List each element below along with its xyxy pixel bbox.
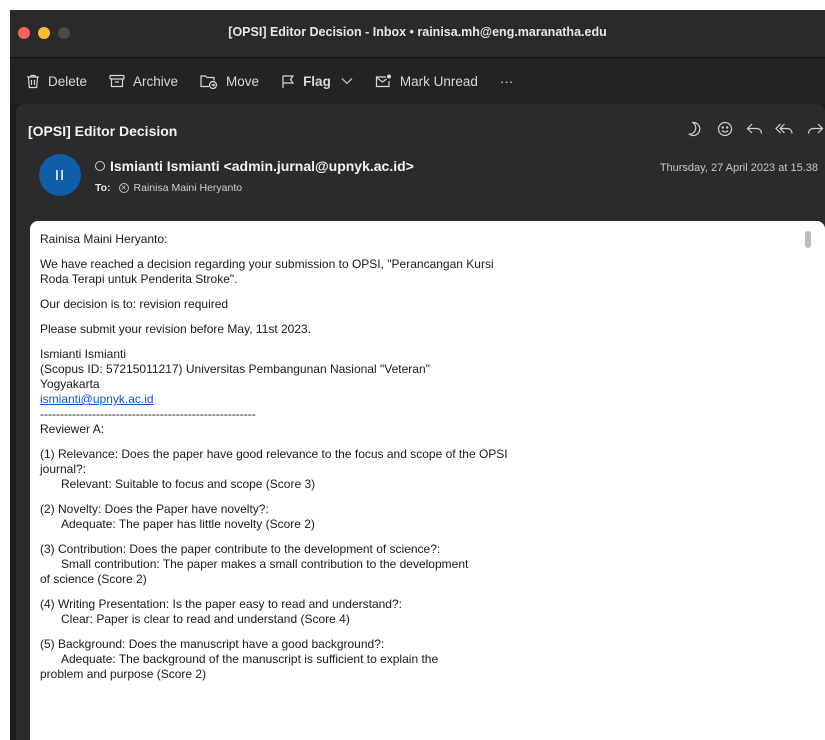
scrollbar-thumb[interactable] [805,231,811,248]
recipients-row: To: ✕ Rainisa Maini Heryanto [95,182,242,194]
message-content: Rainisa Maini Heryanto: We have reached … [40,232,510,692]
mark-unread-label: Mark Unread [399,73,478,89]
message-toolbar: Delete Archive Move Flag Mark Unread ··· [10,58,825,104]
criterion-writing: (4) Writing Presentation: Is the paper e… [40,597,510,627]
message-pane: [OPSI] Editor Decision II Ismianti Ismia… [16,104,825,740]
criterion-answer-continued: problem and purpose (Score 2) [40,667,207,681]
criterion-answer: Adequate: The paper has little novelty (… [61,517,315,531]
flag-icon [282,74,295,88]
sender-avatar: II [39,154,81,196]
delete-button[interactable]: Delete [26,74,87,89]
signature-name: Ismianti Ismianti [40,347,127,361]
recipient-remove-icon[interactable]: ✕ [118,183,129,193]
moon-icon[interactable] [685,118,705,140]
criterion-answer: Adequate: The background of the manuscri… [61,652,439,666]
envelope-unread-icon [375,74,391,88]
unread-status-icon[interactable] [95,161,105,171]
message-actions [685,118,825,140]
archive-button[interactable]: Archive [109,74,178,89]
paragraph-decision: Our decision is to: revision required [40,297,229,311]
criterion-background: (5) Background: Does the manuscript have… [40,637,510,682]
chevron-down-icon[interactable] [341,77,353,85]
flag-button[interactable]: Flag [281,74,353,89]
reply-all-icon[interactable] [775,118,795,140]
criterion-question: (2) Novelty: Does the Paper have novelty… [40,502,269,516]
sender-name[interactable]: Ismianti Ismianti <admin.jurnal@upnyk.ac… [110,158,414,174]
signature-affiliation: (Scopus ID: 57215011217) Universitas Pem… [40,362,430,376]
greeting: Rainisa Maini Heryanto: [40,232,168,246]
signature-email-link[interactable]: ismianti@upnyk.ac.id [40,392,154,406]
criterion-answer: Clear: Paper is clear to read and unders… [61,612,350,626]
more-icon: ··· [499,73,514,89]
criterion-question: (3) Contribution: Does the paper contrib… [40,542,441,556]
forward-icon[interactable] [805,118,825,140]
criterion-contribution: (3) Contribution: Does the paper contrib… [40,542,520,587]
criterion-answer-continued: of science (Score 2) [40,572,147,586]
paragraph-decision-intro: We have reached a decision regarding you… [40,257,494,286]
reply-icon[interactable] [745,118,765,140]
trash-icon [27,74,39,88]
criterion-question: (4) Writing Presentation: Is the paper e… [40,597,402,611]
message-body: Rainisa Maini Heryanto: We have reached … [30,221,825,740]
archive-label: Archive [133,73,179,89]
criterion-answer: Small contribution: The paper makes a sm… [61,557,469,571]
archive-icon [109,74,125,88]
criterion-relevance: (1) Relevance: Does the paper have good … [40,447,510,492]
more-actions-button[interactable]: ··· [500,74,514,89]
folder-move-icon [200,74,218,89]
delete-label: Delete [48,73,88,89]
to-label: To: [95,182,111,194]
criterion-novelty: (2) Novelty: Does the Paper have novelty… [40,502,510,532]
reviewer-heading: Reviewer A: [40,422,105,436]
window-title: [OPSI] Editor Decision - Inbox • rainisa… [228,25,607,39]
recipient-name[interactable]: Rainisa Maini Heryanto [134,182,243,194]
smiley-icon[interactable] [715,118,735,140]
move-label: Move [226,73,260,89]
criterion-question: (1) Relevance: Does the paper have good … [40,447,508,476]
sender-row: Ismianti Ismianti <admin.jurnal@upnyk.ac… [95,158,414,174]
criterion-answer: Relevant: Suitable to focus and scope (S… [61,477,316,491]
mark-unread-button[interactable]: Mark Unread [375,74,478,89]
title-bar: [OPSI] Editor Decision - Inbox • rainisa… [10,10,825,58]
message-date: Thursday, 27 April 2023 at 15.38 [659,162,818,174]
paragraph-deadline: Please submit your revision before May, … [40,322,312,336]
criterion-question: (5) Background: Does the manuscript have… [40,637,385,651]
mail-window: [OPSI] Editor Decision - Inbox • rainisa… [10,10,825,740]
message-subject: [OPSI] Editor Decision [28,123,178,139]
separator-line: ----------------------------------------… [40,407,256,421]
flag-label: Flag [303,73,331,89]
signature-city: Yogyakarta [40,377,100,391]
move-button[interactable]: Move [200,74,259,89]
